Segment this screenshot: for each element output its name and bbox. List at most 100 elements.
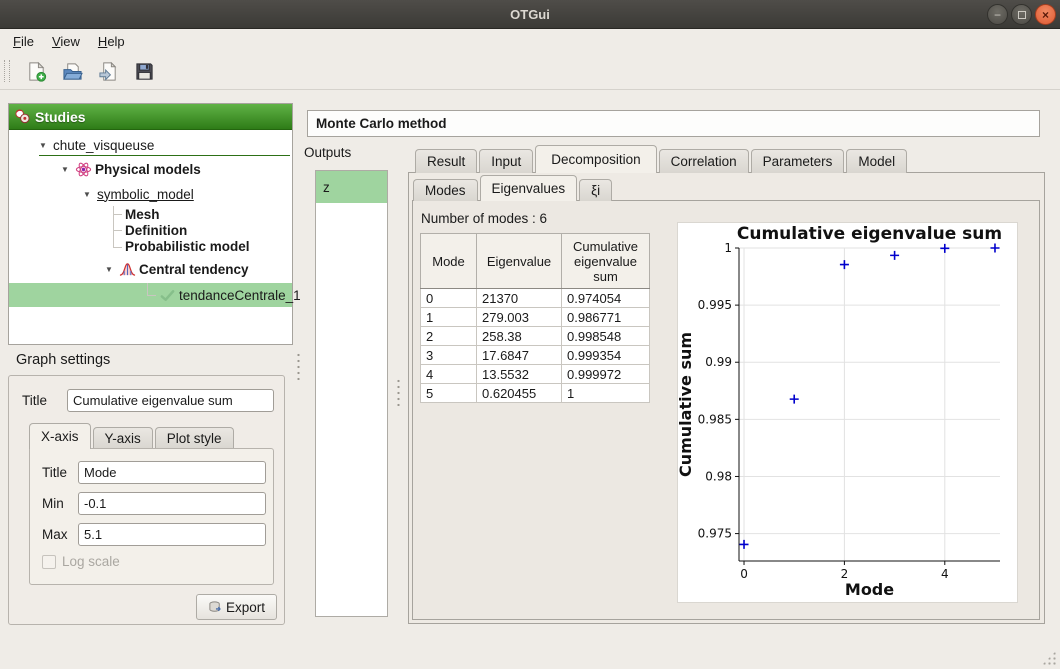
eigenvalue-sum-chart: 0.9750.980.9850.990.9951024Cumulative ei…: [677, 222, 1018, 603]
tree-item-definition[interactable]: Definition: [9, 222, 292, 238]
tree-item-label: tendanceCentrale_1: [179, 288, 301, 303]
import-script-button[interactable]: [94, 57, 122, 85]
table-cell[interactable]: 13.5532: [477, 365, 562, 384]
tab-x-axis[interactable]: X-axis: [29, 423, 91, 449]
tab-y-axis[interactable]: Y-axis: [93, 427, 153, 449]
field-label-max: Max: [42, 527, 78, 542]
table-row: 1279.0030.986771: [421, 308, 650, 327]
table-cell[interactable]: 0.998548: [562, 327, 650, 346]
table-cell[interactable]: 0.999972: [562, 365, 650, 384]
result-tabs: ResultInputDecompositionCorrelationParam…: [415, 145, 909, 173]
tree-item-tendancecentrale-1[interactable]: tendanceCentrale_1: [9, 283, 292, 307]
field-row-min: Min: [42, 492, 266, 515]
table-cell[interactable]: 0.999354: [562, 346, 650, 365]
outputs-label: Outputs: [304, 145, 351, 160]
svg-text:Cumulative eigenvalue sum: Cumulative eigenvalue sum: [737, 224, 1002, 244]
tree-item-label: Definition: [125, 223, 187, 238]
studies-header-label: Studies: [35, 109, 86, 125]
table-cell[interactable]: 5: [421, 384, 477, 403]
table-cell[interactable]: 1: [421, 308, 477, 327]
expander-arrow-icon[interactable]: ▼: [61, 165, 75, 174]
atom-icon: [75, 161, 95, 178]
tree-item-physical-models[interactable]: ▼Physical models: [9, 156, 292, 182]
table-cell[interactable]: 1: [562, 384, 650, 403]
tree-item-symbolic-model[interactable]: ▼symbolic_model: [9, 182, 292, 206]
expander-arrow-icon[interactable]: ▼: [105, 265, 119, 274]
log-scale-label: Log scale: [62, 554, 120, 569]
field-input-min[interactable]: [78, 492, 266, 515]
subtab-i[interactable]: ξi: [579, 179, 612, 201]
tree-branch-line: [105, 222, 125, 238]
svg-text:0.995: 0.995: [698, 298, 732, 312]
save-study-button[interactable]: [130, 57, 158, 85]
svg-text:0.98: 0.98: [705, 469, 732, 483]
save-study-icon: [134, 61, 155, 82]
menubar: FileViewHelp: [0, 29, 1060, 53]
studies-balls-icon: [15, 109, 30, 124]
graph-settings-label: Graph settings: [16, 352, 110, 368]
menu-view[interactable]: View: [43, 31, 89, 52]
table-header-cumulative-eigenvalue-sum: Cumulative eigenvalue sum: [562, 234, 650, 289]
splitter-handle[interactable]: [396, 378, 401, 406]
maximize-button[interactable]: [1011, 4, 1032, 25]
export-icon: [208, 600, 223, 615]
svg-text:2: 2: [841, 567, 849, 581]
table-cell[interactable]: 2: [421, 327, 477, 346]
toolbar: [0, 53, 1060, 90]
table-cell[interactable]: 0.974054: [562, 289, 650, 308]
tab-model[interactable]: Model: [846, 149, 907, 173]
svg-text:0.975: 0.975: [698, 527, 732, 541]
field-input-max[interactable]: [78, 523, 266, 546]
axis-tabs: X-axisY-axisPlot style: [29, 423, 236, 449]
tree-branch-line: [105, 206, 125, 222]
open-study-button[interactable]: [58, 57, 86, 85]
graph-title-label: Title: [22, 393, 47, 408]
splitter-handle[interactable]: [296, 352, 301, 380]
tree-branch-line: [139, 283, 159, 307]
table-cell[interactable]: 3: [421, 346, 477, 365]
tab-input[interactable]: Input: [479, 149, 533, 173]
svg-text:1: 1: [724, 241, 732, 255]
window-resize-grip[interactable]: [1042, 651, 1056, 665]
window-title: OTGui: [0, 0, 1060, 29]
expander-arrow-icon[interactable]: ▼: [83, 190, 97, 199]
subtab-modes[interactable]: Modes: [413, 179, 478, 201]
output-item-z[interactable]: z: [316, 171, 387, 203]
log-scale-row: Log scale: [42, 554, 120, 569]
svg-text:0.99: 0.99: [705, 355, 732, 369]
tree-item-probabilistic-model[interactable]: Probabilistic model: [9, 238, 292, 255]
export-button-label: Export: [226, 600, 265, 615]
tree-item-central-tendency[interactable]: ▼Central tendency: [9, 255, 292, 283]
graph-title-input[interactable]: [67, 389, 274, 412]
table-cell[interactable]: 21370: [477, 289, 562, 308]
table-header-row: ModeEigenvalueCumulative eigenvalue sum: [421, 234, 650, 289]
titlebar: OTGui − ×: [0, 0, 1060, 29]
log-scale-checkbox[interactable]: [42, 555, 56, 569]
menu-file[interactable]: File: [4, 31, 43, 52]
table-cell[interactable]: 4: [421, 365, 477, 384]
tab-decomposition[interactable]: Decomposition: [535, 145, 656, 173]
tree-item-chute-visqueuse[interactable]: ▼chute_visqueuse: [9, 134, 292, 156]
minimize-button[interactable]: −: [987, 4, 1008, 25]
table-cell[interactable]: 258.38: [477, 327, 562, 346]
tab-correlation[interactable]: Correlation: [659, 149, 749, 173]
table-cell[interactable]: 17.6847: [477, 346, 562, 365]
new-study-button[interactable]: [22, 57, 50, 85]
field-input-title[interactable]: [78, 461, 266, 484]
close-button[interactable]: ×: [1035, 4, 1056, 25]
subtab-eigenvalues[interactable]: Eigenvalues: [480, 175, 578, 201]
tree-item-mesh[interactable]: Mesh: [9, 206, 292, 222]
export-button[interactable]: Export: [196, 594, 277, 620]
field-label-min: Min: [42, 496, 78, 511]
table-cell[interactable]: 0.620455: [477, 384, 562, 403]
toolbar-handle[interactable]: [4, 60, 10, 82]
svg-text:Mode: Mode: [845, 580, 894, 599]
menu-help[interactable]: Help: [89, 31, 134, 52]
tab-parameters[interactable]: Parameters: [751, 149, 845, 173]
table-cell[interactable]: 0: [421, 289, 477, 308]
tab-plot-style[interactable]: Plot style: [155, 427, 234, 449]
table-cell[interactable]: 0.986771: [562, 308, 650, 327]
table-cell[interactable]: 279.003: [477, 308, 562, 327]
tab-result[interactable]: Result: [415, 149, 477, 173]
expander-arrow-icon[interactable]: ▼: [39, 141, 53, 150]
